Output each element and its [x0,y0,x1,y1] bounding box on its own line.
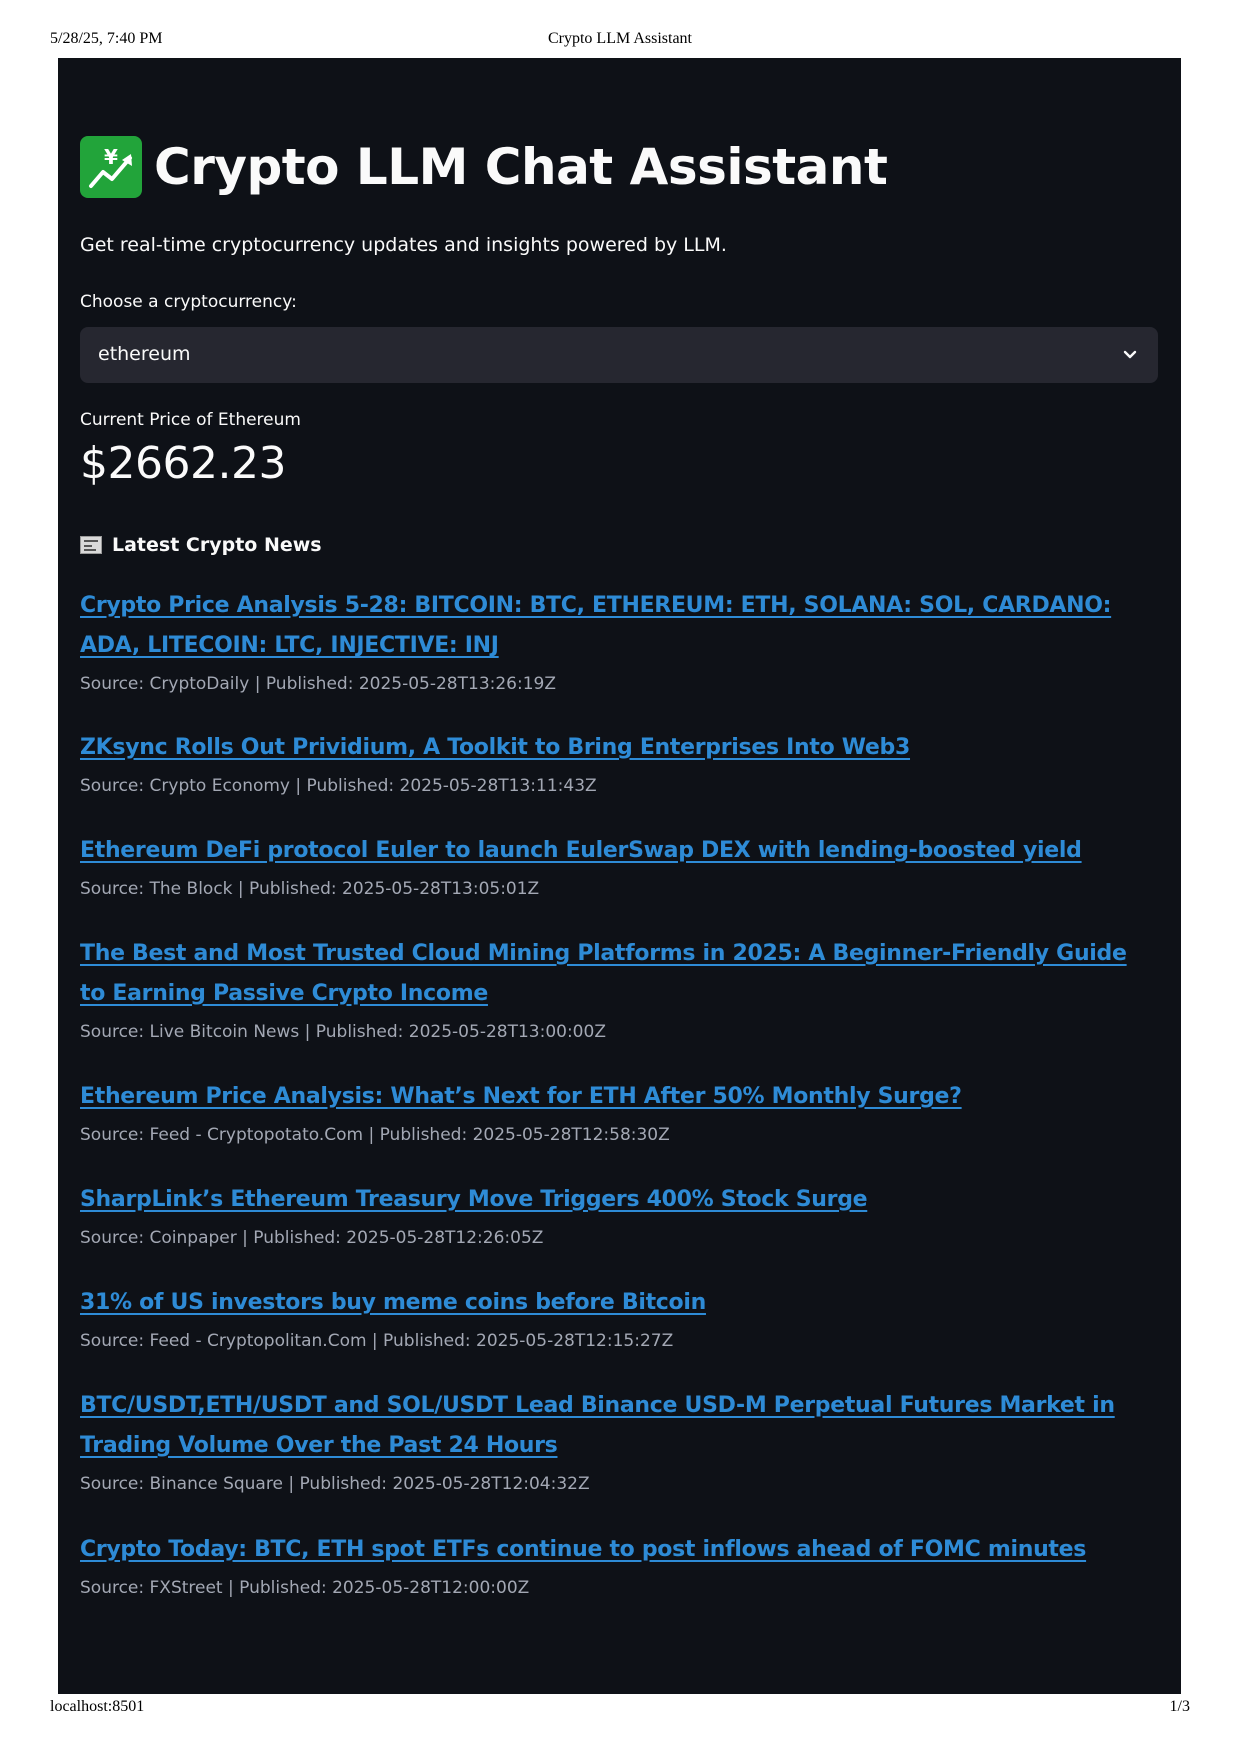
news-link[interactable]: Crypto Price Analysis 5-28: BITCOIN: BTC… [80,586,1158,666]
news-link[interactable]: Crypto Today: BTC, ETH spot ETFs continu… [80,1530,1158,1570]
news-meta: Source: Feed - Cryptopolitan.Com | Publi… [80,1331,674,1351]
news-section-title: Latest Crypto News [112,534,322,556]
news-section-header: Latest Crypto News [80,530,322,560]
news-item: Crypto Price Analysis 5-28: BITCOIN: BTC… [80,586,1158,696]
print-url: localhost:8501 [50,1698,145,1715]
page-title-row: ¥ Crypto LLM Chat Assistant [80,132,888,202]
news-item: Crypto Today: BTC, ETH spot ETFs continu… [80,1530,1158,1600]
news-meta: Source: The Block | Published: 2025-05-2… [80,879,540,899]
news-item: Ethereum Price Analysis: What’s Next for… [80,1077,1158,1147]
price-metric-value: $2662.23 [80,438,286,489]
news-item: ZKsync Rolls Out Prividium, A Toolkit to… [80,728,1158,798]
news-item: BTC/USDT,ETH/USDT and SOL/USDT Lead Bina… [80,1386,1158,1496]
news-meta: Source: Coinpaper | Published: 2025-05-2… [80,1228,544,1248]
app-container: ¥ Crypto LLM Chat Assistant Get real-tim… [58,58,1181,1694]
news-meta: Source: FXStreet | Published: 2025-05-28… [80,1578,530,1598]
page-subtitle: Get real-time cryptocurrency updates and… [80,234,727,256]
news-link[interactable]: BTC/USDT,ETH/USDT and SOL/USDT Lead Bina… [80,1386,1158,1466]
news-meta: Source: Live Bitcoin News | Published: 2… [80,1022,606,1042]
news-link[interactable]: Ethereum Price Analysis: What’s Next for… [80,1077,1158,1117]
news-meta: Source: Feed - Cryptopotato.Com | Publis… [80,1125,670,1145]
news-item: 31% of US investors buy meme coins befor… [80,1283,1158,1353]
print-page-number: 1/3 [1169,1698,1190,1715]
news-link[interactable]: SharpLink’s Ethereum Treasury Move Trigg… [80,1180,1158,1220]
print-header: 5/28/25, 7:40 PM Crypto LLM Assistant [0,30,1240,54]
print-doc-title: Crypto LLM Assistant [547,30,692,47]
news-link[interactable]: Ethereum DeFi protocol Euler to launch E… [80,831,1158,871]
price-metric-label: Current Price of Ethereum [80,410,301,430]
newspaper-icon [80,536,102,554]
news-link[interactable]: 31% of US investors buy meme coins befor… [80,1283,1158,1323]
crypto-select-label: Choose a cryptocurrency: [80,292,297,312]
news-meta: Source: CryptoDaily | Published: 2025-05… [80,674,556,694]
print-footer: localhost:8501 1/3 [0,1698,1240,1722]
news-link[interactable]: ZKsync Rolls Out Prividium, A Toolkit to… [80,728,1158,768]
news-meta: Source: Crypto Economy | Published: 2025… [80,776,597,796]
page-title: Crypto LLM Chat Assistant [154,138,888,196]
svg-text:¥: ¥ [104,145,118,169]
news-meta: Source: Binance Square | Published: 2025… [80,1474,590,1494]
chart-increasing-yen-icon: ¥ [80,136,142,198]
news-link[interactable]: The Best and Most Trusted Cloud Mining P… [80,934,1158,1014]
news-item: Ethereum DeFi protocol Euler to launch E… [80,831,1158,901]
crypto-select[interactable]: ethereum [80,327,1158,383]
news-item: SharpLink’s Ethereum Treasury Move Trigg… [80,1180,1158,1250]
crypto-select-value: ethereum [98,343,191,365]
news-item: The Best and Most Trusted Cloud Mining P… [80,934,1158,1044]
chevron-down-icon [1123,350,1137,359]
